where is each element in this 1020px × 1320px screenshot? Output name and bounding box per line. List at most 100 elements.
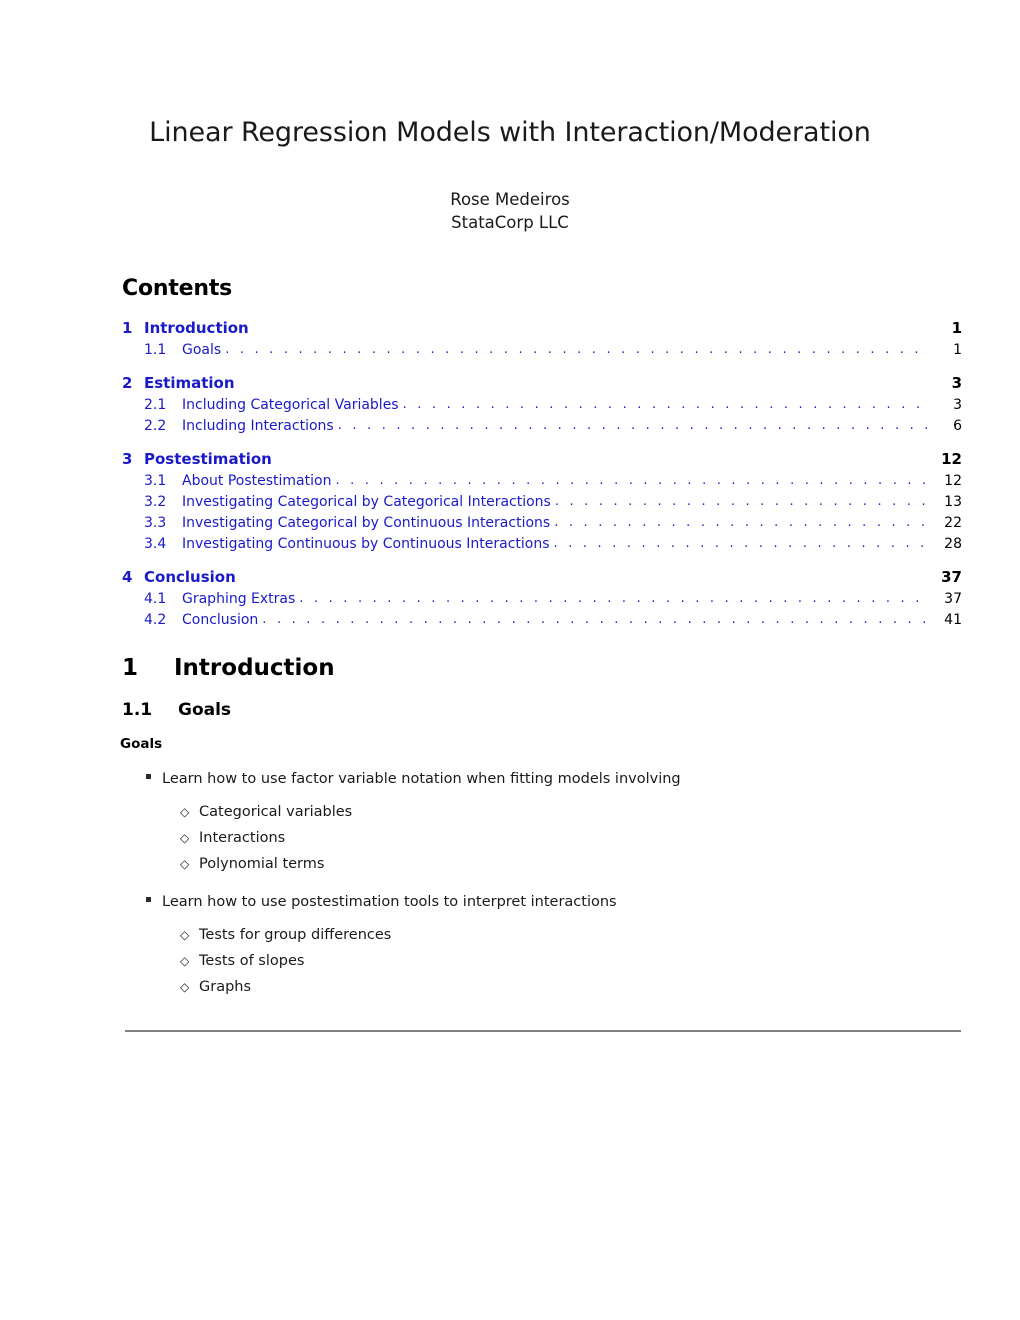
toc-section-number: 4 bbox=[122, 568, 133, 586]
toc-group: 2 Estimation . . . . . . . . . . . . . .… bbox=[122, 373, 962, 437]
list-item-text: Tests of slopes bbox=[199, 953, 305, 969]
toc-group: 4 Conclusion . . . . . . . . . . . . . .… bbox=[122, 567, 962, 631]
toc-entry-section[interactable]: 3 Postestimation . . . . . . . . . . . .… bbox=[122, 449, 962, 471]
list-item: ◇ Tests of slopes bbox=[180, 948, 1020, 974]
toc-section-number: 1 bbox=[122, 319, 133, 337]
toc-subsection-title: Including Categorical Variables bbox=[182, 397, 399, 413]
toc-leader-dots: . . . . . . . . . . . . . . . . . . . . … bbox=[402, 397, 928, 412]
toc-subsection-number: 3.3 bbox=[144, 515, 167, 531]
list-item: ◇ Polynomial terms bbox=[180, 851, 1020, 877]
author-name: Rose Medeiros bbox=[450, 190, 570, 209]
toc-page-number: 41 bbox=[944, 612, 962, 628]
toc-section-number: 3 bbox=[122, 450, 133, 468]
list-item: ◇ Graphs bbox=[180, 974, 1020, 1000]
contents-heading: Contents bbox=[122, 276, 233, 301]
toc-subsection-title: Including Interactions bbox=[182, 418, 334, 434]
toc-entry-subsection[interactable]: 3.2 Investigating Categorical by Categor… bbox=[122, 492, 962, 513]
goals-bullet-list: Learn how to use factor variable notatio… bbox=[0, 768, 1020, 1014]
toc-subsection-number: 4.2 bbox=[144, 612, 167, 628]
toc-page-number: 13 bbox=[944, 494, 962, 510]
toc-page-number: 6 bbox=[953, 418, 962, 434]
toc-leader-dots: . . . . . . . . . . . . . . . . . . . . … bbox=[554, 515, 928, 530]
section-number: 1 bbox=[122, 655, 139, 681]
filled-square-bullet-icon bbox=[146, 768, 162, 790]
toc-entry-section[interactable]: 2 Estimation . . . . . . . . . . . . . .… bbox=[122, 373, 962, 395]
toc-subsection-number: 3.4 bbox=[144, 536, 167, 552]
filled-square-bullet-icon bbox=[146, 891, 162, 913]
toc-entry-subsection[interactable]: 2.1 Including Categorical Variables . . … bbox=[122, 395, 962, 416]
toc-page-number: 37 bbox=[944, 591, 962, 607]
toc-leader-dots: . . . . . . . . . . . . . . . . . . . . … bbox=[262, 612, 928, 627]
toc-subsection-number: 2.1 bbox=[144, 397, 167, 413]
toc-entry-subsection[interactable]: 1.1 Goals . . . . . . . . . . . . . . . … bbox=[122, 340, 962, 361]
toc-entry-section[interactable]: 4 Conclusion . . . . . . . . . . . . . .… bbox=[122, 567, 962, 589]
block-label-goals: Goals bbox=[120, 736, 163, 752]
sub-list: ◇ Categorical variables ◇ Interactions ◇… bbox=[0, 799, 1020, 877]
diamond-bullet-icon: ◇ bbox=[180, 928, 190, 942]
diamond-bullet-icon: ◇ bbox=[180, 831, 190, 845]
list-item-text: Tests for group differences bbox=[199, 927, 392, 943]
author-affiliation: StataCorp LLC bbox=[451, 213, 569, 232]
toc-entry-section[interactable]: 1 Introduction . . . . . . . . . . . . .… bbox=[122, 318, 962, 340]
toc-page-number: 1 bbox=[951, 319, 962, 337]
toc-subsection-title: Investigating Categorical by Continuous … bbox=[182, 515, 551, 531]
footer-divider bbox=[125, 1030, 961, 1032]
toc-subsection-title: Investigating Categorical by Categorical… bbox=[182, 494, 551, 510]
toc-subsection-number: 3.1 bbox=[144, 473, 167, 489]
list-item-text: Learn how to use factor variable notatio… bbox=[162, 771, 681, 787]
toc-entry-subsection[interactable]: 3.3 Investigating Categorical by Continu… bbox=[122, 513, 962, 534]
diamond-bullet-icon: ◇ bbox=[180, 857, 190, 871]
toc-leader-dots: . . . . . . . . . . . . . . . . . . . . … bbox=[554, 494, 928, 509]
toc-leader-dots: . . . . . . . . . . . . . . . . . . . . … bbox=[337, 418, 928, 433]
list-item-text: Interactions bbox=[199, 830, 286, 846]
toc-entry-subsection[interactable]: 2.2 Including Interactions . . . . . . .… bbox=[122, 416, 962, 437]
diamond-bullet-icon: ◇ bbox=[180, 954, 190, 968]
toc-entry-subsection[interactable]: 4.1 Graphing Extras . . . . . . . . . . … bbox=[122, 589, 962, 610]
toc-subsection-number: 2.2 bbox=[144, 418, 167, 434]
list-item: ◇ Interactions bbox=[180, 825, 1020, 851]
toc-subsection-number: 1.1 bbox=[144, 342, 167, 358]
diamond-bullet-icon: ◇ bbox=[180, 805, 190, 819]
toc-entry-subsection[interactable]: 4.2 Conclusion . . . . . . . . . . . . .… bbox=[122, 610, 962, 631]
toc-section-title: Introduction bbox=[144, 319, 249, 337]
subsection-heading-goals: 1.1 Goals bbox=[122, 700, 231, 720]
toc-leader-dots: . . . . . . . . . . . . . . . . . . . . … bbox=[299, 591, 928, 606]
toc-subsection-title: About Postestimation bbox=[182, 473, 332, 489]
list-item-text: Categorical variables bbox=[199, 804, 353, 820]
toc-page-number: 12 bbox=[944, 473, 962, 489]
toc-page-number: 3 bbox=[951, 374, 962, 392]
toc-subsection-title: Conclusion bbox=[182, 612, 259, 628]
toc-group: 3 Postestimation . . . . . . . . . . . .… bbox=[122, 449, 962, 555]
toc-entry-subsection[interactable]: 3.1 About Postestimation . . . . . . . .… bbox=[122, 471, 962, 492]
table-of-contents: 1 Introduction . . . . . . . . . . . . .… bbox=[122, 318, 962, 631]
list-item: ◇ Categorical variables bbox=[180, 799, 1020, 825]
toc-group: 1 Introduction . . . . . . . . . . . . .… bbox=[122, 318, 962, 361]
toc-subsection-number: 4.1 bbox=[144, 591, 167, 607]
toc-subsection-title: Goals bbox=[182, 342, 222, 358]
diamond-bullet-icon: ◇ bbox=[180, 980, 190, 994]
sub-list: ◇ Tests for group differences ◇ Tests of… bbox=[0, 922, 1020, 1000]
title-block: Linear Regression Models with Interactio… bbox=[0, 118, 1020, 148]
list-item-text: Graphs bbox=[199, 979, 252, 995]
toc-page-number: 12 bbox=[941, 450, 962, 468]
toc-subsection-number: 3.2 bbox=[144, 494, 167, 510]
list-item: Learn how to use postestimation tools to… bbox=[146, 891, 1020, 913]
list-item: ◇ Tests for group differences bbox=[180, 922, 1020, 948]
toc-leader-dots: . . . . . . . . . . . . . . . . . . . . … bbox=[335, 473, 928, 488]
subsection-number: 1.1 bbox=[122, 700, 153, 720]
toc-section-title: Postestimation bbox=[144, 450, 272, 468]
toc-page-number: 3 bbox=[953, 397, 962, 413]
list-item-text: Polynomial terms bbox=[199, 856, 325, 872]
toc-subsection-title: Investigating Continuous by Continuous I… bbox=[182, 536, 550, 552]
document-page: Linear Regression Models with Interactio… bbox=[0, 0, 1020, 1320]
list-item-text: Learn how to use postestimation tools to… bbox=[162, 894, 617, 910]
list-item: Learn how to use factor variable notatio… bbox=[146, 768, 1020, 790]
toc-leader-dots: . . . . . . . . . . . . . . . . . . . . … bbox=[225, 342, 928, 357]
toc-subsection-title: Graphing Extras bbox=[182, 591, 296, 607]
section-heading-introduction: 1 Introduction bbox=[122, 655, 335, 681]
toc-page-number: 37 bbox=[941, 568, 962, 586]
section-title: Introduction bbox=[174, 655, 335, 681]
toc-page-number: 1 bbox=[953, 342, 962, 358]
toc-section-number: 2 bbox=[122, 374, 133, 392]
toc-entry-subsection[interactable]: 3.4 Investigating Continuous by Continuo… bbox=[122, 534, 962, 555]
